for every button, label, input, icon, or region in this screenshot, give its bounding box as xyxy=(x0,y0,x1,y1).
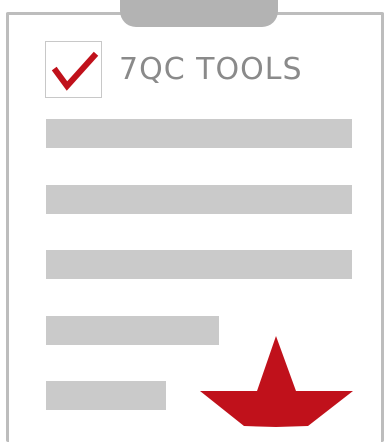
list-item-placeholder xyxy=(46,381,166,410)
list-item-placeholder xyxy=(46,119,352,148)
page-title: 7QC TOOLS xyxy=(119,52,303,87)
checkbox[interactable] xyxy=(45,41,102,98)
list-item-placeholder xyxy=(46,316,219,345)
checkmark-icon xyxy=(51,51,99,91)
star-icon xyxy=(200,336,353,427)
list-item-placeholder xyxy=(46,250,352,279)
list-item-placeholder xyxy=(46,185,352,214)
clipboard-clip-icon xyxy=(120,0,278,27)
